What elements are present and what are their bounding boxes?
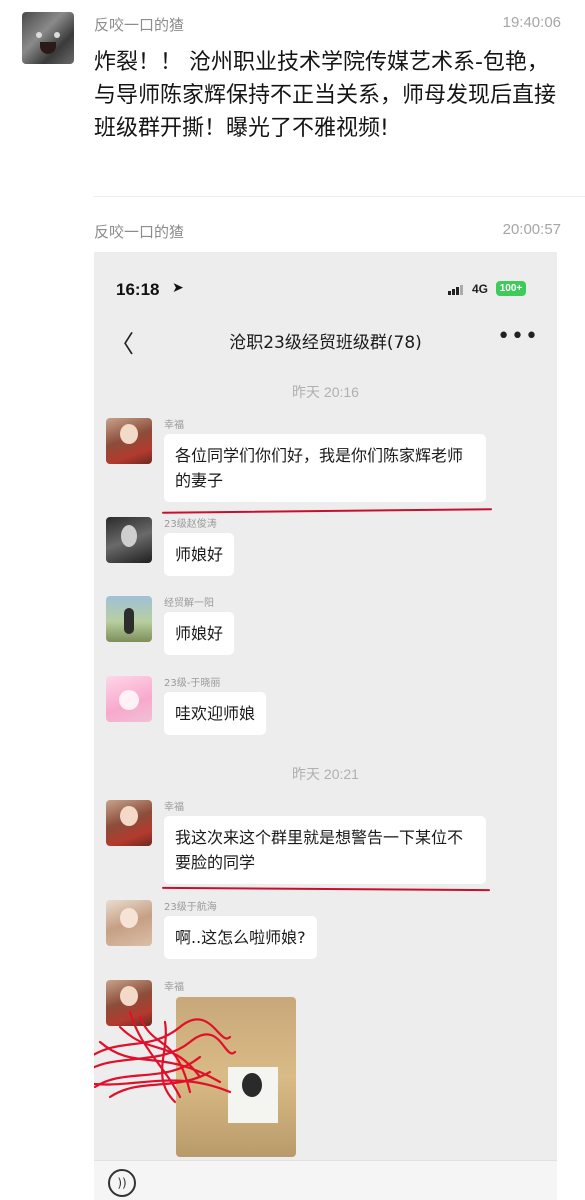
cat-eye-left bbox=[36, 32, 42, 38]
chat-title: 沧职23级经贸班级群(78) bbox=[229, 333, 422, 353]
message-bubble[interactable]: 哇欢迎师娘 bbox=[164, 692, 267, 735]
member-name: 经贸解一阳 bbox=[164, 598, 214, 609]
chat-timestamp: 昨天 20:21 bbox=[292, 766, 359, 782]
member-name: 幸福 bbox=[164, 982, 184, 993]
cat-mouth bbox=[40, 42, 56, 54]
avatar[interactable] bbox=[106, 418, 152, 464]
voice-icon[interactable]: )) bbox=[108, 1169, 136, 1197]
chat-timestamp: 昨天 20:16 bbox=[292, 384, 359, 400]
signal-icon bbox=[448, 285, 466, 295]
more-dots-icon[interactable]: ••• bbox=[497, 324, 539, 349]
post2-time: 20:00:57 bbox=[502, 221, 561, 238]
member-name: 23级于航海 bbox=[164, 902, 217, 913]
chat-nav-bar: 〈 沧职23级经贸班级群(78) ••• bbox=[94, 318, 557, 362]
message-bubble[interactable]: 我这次来这个群里就是想警告一下某位不要脸的同学 bbox=[164, 816, 486, 884]
message-bubble[interactable]: 师娘好 bbox=[164, 533, 235, 576]
photo-face bbox=[242, 1073, 262, 1097]
post-sender[interactable]: 反咬一口的猹 bbox=[94, 14, 184, 35]
status-bar: 16:18 ➤ 4G 100+ bbox=[94, 252, 557, 322]
post-time: 19:40:06 bbox=[502, 14, 561, 31]
avatar[interactable] bbox=[106, 517, 152, 563]
avatar[interactable] bbox=[106, 800, 152, 846]
member-name: 23级-于晓丽 bbox=[164, 678, 221, 689]
input-bar: )) bbox=[94, 1160, 557, 1200]
battery-icon: 100+ bbox=[496, 281, 526, 296]
avatar[interactable] bbox=[106, 676, 152, 722]
member-name: 幸福 bbox=[164, 802, 184, 813]
post-1: 反咬一口的猹 19:40:06 炸裂！！ 沧州职业技术学院传媒艺术系-包艳，与导… bbox=[0, 0, 585, 200]
message-bubble[interactable]: 啊..这怎么啦师娘? bbox=[164, 916, 317, 959]
network-label: 4G bbox=[472, 282, 489, 296]
avatar[interactable] bbox=[106, 900, 152, 946]
message-bubble[interactable]: 师娘好 bbox=[164, 612, 235, 655]
status-time: 16:18 bbox=[116, 280, 160, 299]
message-bubble[interactable]: 各位同学们你们好，我是你们陈家辉老师的妻子 bbox=[164, 434, 486, 502]
divider bbox=[94, 196, 585, 197]
post2-sender[interactable]: 反咬一口的猹 bbox=[94, 221, 184, 242]
annotation-underline bbox=[161, 508, 493, 514]
cat-eye-right bbox=[54, 32, 60, 38]
post-text: 炸裂！！ 沧州职业技术学院传媒艺术系-包艳，与导师陈家辉保持不正当关系，师母发现… bbox=[94, 50, 557, 141]
location-arrow-icon: ➤ bbox=[172, 280, 184, 296]
chat-screenshot[interactable]: 16:18 ➤ 4G 100+ 〈 沧职23级经贸班级群(78) ••• 昨天 … bbox=[94, 252, 557, 1200]
member-name: 23级赵俊涛 bbox=[164, 519, 217, 530]
red-scribble bbox=[94, 1010, 237, 1104]
avatar[interactable] bbox=[106, 596, 152, 642]
member-name: 幸福 bbox=[164, 420, 184, 431]
cat-avatar[interactable] bbox=[22, 12, 74, 64]
annotation-underline bbox=[161, 886, 491, 892]
